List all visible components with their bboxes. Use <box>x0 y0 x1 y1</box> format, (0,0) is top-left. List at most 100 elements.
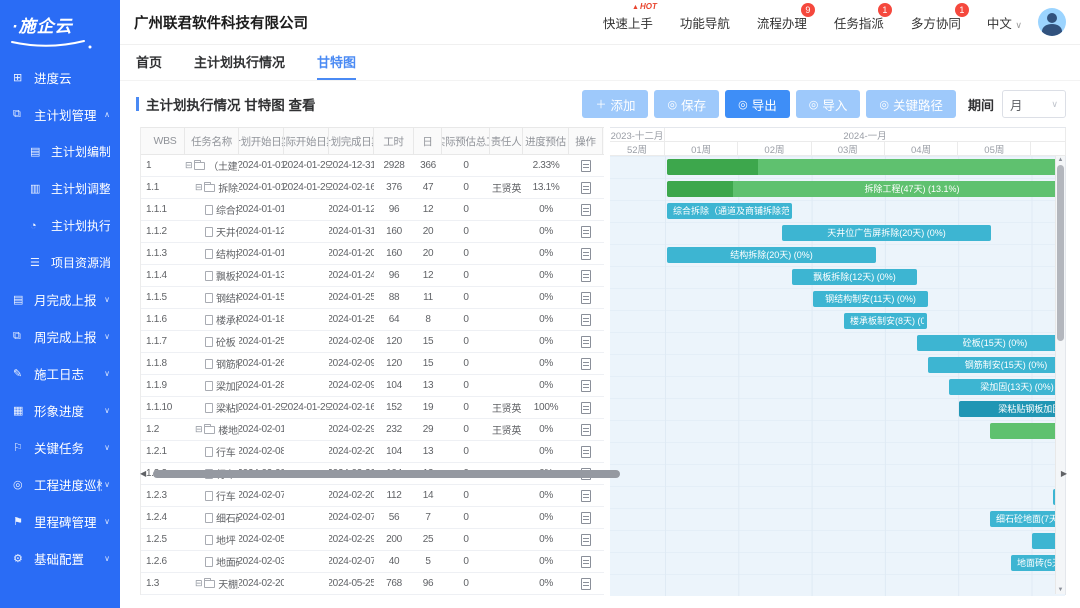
row-detail-button[interactable] <box>581 446 591 458</box>
collapse-icon[interactable]: ⊟ <box>195 182 202 193</box>
gantt-bar[interactable]: 钢结构制安(11天) (0%) <box>813 291 928 307</box>
sidebar-item[interactable]: ▥主计划调整 <box>0 170 120 207</box>
row-detail-button[interactable] <box>581 270 591 282</box>
row-detail-button[interactable] <box>581 402 591 414</box>
table-row[interactable]: 1.1.1综合拆除2024-01-012024-01-12961200% <box>141 199 604 221</box>
row-detail-button[interactable] <box>581 578 591 590</box>
nav-item[interactable]: 功能导航 <box>680 13 730 32</box>
sidebar-item[interactable]: ⧉主计划管理∧ <box>0 96 120 133</box>
gantt-bar[interactable]: 楼承板制安(8天) (0%) <box>844 313 927 329</box>
gantt-vertical-scrollbar[interactable]: ▲ ▼ <box>1055 156 1065 594</box>
nav-item[interactable]: 快速上手HOT <box>603 13 653 32</box>
nav-item[interactable]: 多方协同1 <box>911 13 961 32</box>
gantt-bar[interactable]: 拆除工程(47天) (13.1%) <box>667 181 1065 197</box>
collapse-icon[interactable]: ⊟ <box>195 424 202 435</box>
row-detail-button[interactable] <box>581 314 591 326</box>
table-row[interactable]: 1.3⊟天棚工程2024-02-202024-05-257689600% <box>141 573 604 595</box>
export-button[interactable]: ◎导出 <box>725 90 790 118</box>
table-row[interactable]: 1.1.7砼板2024-01-252024-02-081201500% <box>141 331 604 353</box>
collapse-icon[interactable]: ⊟ <box>195 578 202 589</box>
sidebar-item[interactable]: ⚙基础配置∨ <box>0 540 120 577</box>
table-row[interactable]: 1.1.5钢结构制安2024-01-152024-01-25881100% <box>141 287 604 309</box>
tab-2[interactable]: 甘特图 <box>317 45 356 80</box>
critical-path-button[interactable]: ◎关键路径 <box>866 90 956 118</box>
row-detail-button[interactable] <box>581 556 591 568</box>
row-detail-button[interactable] <box>581 534 591 546</box>
sidebar-item[interactable]: ⊞进度云 <box>0 59 120 96</box>
language-selector[interactable]: 中文 ∨ <box>987 13 1022 32</box>
collapse-icon[interactable]: ⊟ <box>185 160 192 171</box>
task-tree: 综合拆除 <box>185 202 239 217</box>
sidebar-item[interactable]: ✎施工日志∨ <box>0 355 120 392</box>
row-detail-button[interactable] <box>581 292 591 304</box>
scroll-right-icon[interactable]: ▶ <box>1061 469 1067 478</box>
row-detail-button[interactable] <box>581 182 591 194</box>
row-detail-button[interactable] <box>581 160 591 172</box>
table-row[interactable]: 1.2.5地坪2024-02-052024-02-292002500% <box>141 529 604 551</box>
horizontal-scroll-thumb[interactable] <box>153 470 620 478</box>
sidebar-item[interactable]: ☰项目资源消耗一览 <box>0 244 120 281</box>
sidebar-item[interactable]: ◎工程进度巡检∨ <box>0 466 120 503</box>
gantt-bar[interactable]: 结构拆除(20天) (0%) <box>667 247 876 263</box>
period-select[interactable]: 月 ∨ <box>1002 90 1066 118</box>
task-tree: 细石砼地面 <box>185 510 239 525</box>
gantt-bar[interactable]: 砼板(15天) (0%) <box>917 335 1065 351</box>
table-row[interactable]: 1.1.3结构拆除2024-01-012024-01-201602000% <box>141 243 604 265</box>
scroll-left-icon[interactable]: ◀ <box>140 469 146 478</box>
table-row[interactable]: 1.2.3行车2024-02-072024-02-201121400% <box>141 485 604 507</box>
tab-1[interactable]: 主计划执行情况 <box>194 45 285 80</box>
sidebar-item[interactable]: ◔主计划执行情况 <box>0 207 120 244</box>
row-detail-button[interactable] <box>581 226 591 238</box>
gantt-bar[interactable]: 梁粘贴钢板加固(19天) (100%) <box>959 401 1065 417</box>
gantt-bar[interactable] <box>990 423 1065 439</box>
table-row[interactable]: 1.2⊟楼地面工程2024-02-012024-02-29232290王贤英0% <box>141 419 604 441</box>
sidebar-item[interactable]: ⚐关键任务∨ <box>0 429 120 466</box>
save-button[interactable]: ◎保存 <box>654 90 719 118</box>
row-detail-button[interactable] <box>581 358 591 370</box>
row-detail-button[interactable] <box>581 248 591 260</box>
sidebar-item[interactable]: ⧉周完成上报∨ <box>0 318 120 355</box>
sidebar-item[interactable]: ▤月完成上报∨ <box>0 281 120 318</box>
horizontal-scrollbar[interactable]: ◀ ▶ <box>140 469 1067 479</box>
sidebar-item[interactable]: ⚑里程碑管理∨ <box>0 503 120 540</box>
gantt-bar[interactable] <box>667 159 1065 175</box>
nav-item[interactable]: 任务指派1 <box>834 13 884 32</box>
import-button[interactable]: ◎导入 <box>796 90 861 118</box>
avatar[interactable] <box>1038 8 1066 36</box>
row-detail-button[interactable] <box>581 336 591 348</box>
sidebar-item[interactable]: ▤主计划编制 <box>0 133 120 170</box>
table-row[interactable]: 1.1.2天井位广告屏拆除2024-01-122024-01-311602000… <box>141 221 604 243</box>
table-row[interactable]: 1.2.1行车2024-02-082024-02-201041300% <box>141 441 604 463</box>
org-icon: ⧉ <box>13 108 29 121</box>
row-detail-button[interactable] <box>581 512 591 524</box>
table-row[interactable]: 1.1⊟拆除工程2024-01-012024-01-292024-02-1637… <box>141 177 604 199</box>
vertical-scroll-thumb[interactable] <box>1057 165 1064 341</box>
task-name-label: 地面砖 <box>216 554 239 569</box>
row-detail-button[interactable] <box>581 490 591 502</box>
sidebar-item[interactable]: ▦形象进度∨ <box>0 392 120 429</box>
row-detail-button[interactable] <box>581 204 591 216</box>
gantt-bar[interactable]: 综合拆除（通道及商铺拆除范围）(12天) (0%) <box>667 203 792 219</box>
table-row[interactable]: 1.2.6地面砖2024-02-032024-02-0740500% <box>141 551 604 573</box>
row-detail-button[interactable] <box>581 424 591 436</box>
cell-task-name: 行车 <box>185 441 239 462</box>
nav-item-label: 多方协同 <box>911 17 961 31</box>
table-row[interactable]: 1⊟（土建）工程2024-01-012024-01-292024-12-3129… <box>141 155 604 177</box>
table-row[interactable]: 1.1.6楼承板制安2024-01-182024-01-2564800% <box>141 309 604 331</box>
row-detail-button[interactable] <box>581 380 591 392</box>
table-row[interactable]: 1.1.4飘板拆除2024-01-132024-01-24961200% <box>141 265 604 287</box>
table-row[interactable]: 1.1.10梁粘贴钢板加固2024-01-292024-01-292024-02… <box>141 397 604 419</box>
gantt-bar[interactable]: 飘板拆除(12天) (0%) <box>792 269 917 285</box>
gantt-bar[interactable]: 梁加固(13天) (0%) <box>949 379 1065 395</box>
gantt-bar[interactable]: 钢筋制安(15天) (0%) <box>928 357 1065 373</box>
table-row[interactable]: 1.1.8钢筋制安2024-01-262024-02-091201500% <box>141 353 604 375</box>
nav-item[interactable]: 流程办理9 <box>757 13 807 32</box>
table-row[interactable]: 1.2.4细石砼地面2024-02-012024-02-0756700% <box>141 507 604 529</box>
gantt-bar[interactable]: 天井位广告屏拆除(20天) (0%) <box>782 225 991 241</box>
tab-0[interactable]: 首页 <box>136 45 162 80</box>
table-row[interactable]: 1.1.9梁加固2024-01-282024-02-091041300% <box>141 375 604 397</box>
scroll-up-icon[interactable]: ▲ <box>1056 157 1065 163</box>
gantt-bar[interactable]: 细石砼地面(7天) (0%) <box>990 511 1063 527</box>
scroll-down-icon[interactable]: ▼ <box>1056 587 1065 593</box>
add-button[interactable]: ＋添加 <box>582 90 648 118</box>
